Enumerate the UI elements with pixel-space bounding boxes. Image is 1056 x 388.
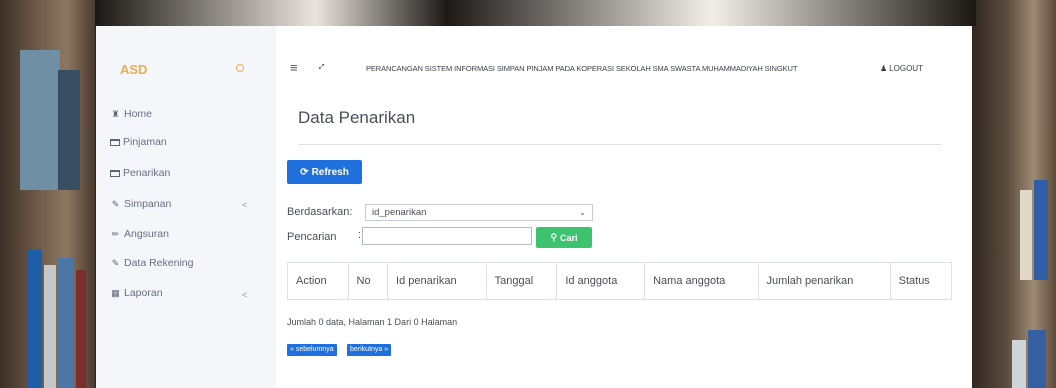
logout-label: LOGOUT [889, 64, 923, 73]
sidebar-item-label: Simpanan [124, 198, 172, 210]
data-table: Action No Id penarikan Tanggal Id anggot… [287, 262, 953, 300]
menu-icon[interactable]: ≡ [290, 60, 298, 75]
search-button[interactable]: ⚲ Cari [536, 227, 592, 248]
home-icon: ♜ [111, 108, 120, 119]
table-header-row: Action No Id penarikan Tanggal Id anggot… [287, 262, 953, 300]
search-colon: : [358, 229, 362, 241]
user-icon: ♟ [880, 64, 888, 73]
refresh-label: Refresh [311, 166, 349, 178]
search-label: Pencarian [287, 231, 337, 243]
main-content: ≡ ↔ PERANCANGAN SISTEM INFORMASI SIMPAN … [276, 26, 972, 388]
sidebar-item-home[interactable]: ♜ Home [110, 108, 152, 120]
search-icon: ⚲ [550, 232, 558, 242]
expand-icon[interactable]: ↔ [311, 56, 329, 74]
search-button-label: Cari [560, 232, 578, 243]
column-header[interactable]: Id penarikan [387, 262, 487, 300]
sidebar-item-label: Data Rekening [124, 257, 194, 269]
sidebar-item-angsuran[interactable]: ✏ Angsuran [110, 228, 169, 240]
sidebar-item-penarikan[interactable]: Penarikan [110, 167, 170, 179]
column-header[interactable]: Id anggota [556, 262, 646, 300]
next-page-button[interactable]: berikutnya » [347, 344, 392, 356]
sidebar-item-label: Laporan [124, 287, 163, 299]
sidebar-toggle-icon[interactable] [236, 64, 244, 72]
filter-selected-value: id_penarikan [372, 207, 427, 218]
column-header[interactable]: Status [889, 262, 953, 300]
chevron-down-icon: ⌄ [579, 208, 586, 217]
refresh-icon: ⟳ [300, 166, 309, 178]
pencil-icon: ✏ [111, 228, 120, 239]
sidebar-item-label: Home [124, 108, 153, 120]
chevron-left-icon[interactable]: < [242, 290, 247, 300]
search-input[interactable] [362, 227, 532, 245]
sidebar-item-data-rekening[interactable]: ✎ Data Rekening [110, 257, 194, 269]
chevron-left-icon[interactable]: < [242, 200, 247, 210]
divider [298, 144, 942, 145]
prev-page-button[interactable]: « sebelumnya [287, 344, 337, 356]
refresh-button[interactable]: ⟳ Refresh [287, 160, 362, 184]
card-icon [110, 169, 120, 177]
sidebar-item-label: Pinjaman [123, 136, 167, 148]
logout-link[interactable]: ♟ LOGOUT [880, 64, 923, 73]
column-header[interactable]: Action [287, 262, 349, 300]
edit-icon: ✎ [111, 257, 120, 268]
filter-label: Berdasarkan: [287, 206, 353, 218]
brand-logo[interactable]: ASD [120, 62, 147, 77]
pagination-summary: Jumlah 0 data, Halaman 1 Dari 0 Halaman [287, 317, 458, 327]
column-header[interactable]: No [347, 262, 389, 300]
calendar-icon: ▦ [111, 287, 120, 298]
sidebar: ASD ♜ Home Pinjaman Penarikan ✎ Simpanan… [96, 26, 276, 388]
sidebar-item-simpanan[interactable]: ✎ Simpanan [110, 198, 172, 210]
column-header[interactable]: Nama anggota [644, 262, 759, 300]
column-header[interactable]: Jumlah penarikan [757, 262, 891, 300]
filter-select[interactable]: id_penarikan ⌄ [365, 204, 593, 221]
sidebar-item-pinjaman[interactable]: Pinjaman [110, 136, 167, 148]
sidebar-item-laporan[interactable]: ▦ Laporan [110, 287, 163, 299]
sidebar-item-label: Penarikan [123, 167, 171, 179]
page-title: Data Penarikan [298, 108, 416, 127]
column-header[interactable]: Tanggal [485, 262, 558, 300]
edit-icon: ✎ [111, 198, 120, 209]
card-icon [110, 138, 120, 146]
app-title: PERANCANGAN SISTEM INFORMASI SIMPAN PINJ… [366, 64, 798, 73]
sidebar-item-label: Angsuran [124, 228, 169, 240]
